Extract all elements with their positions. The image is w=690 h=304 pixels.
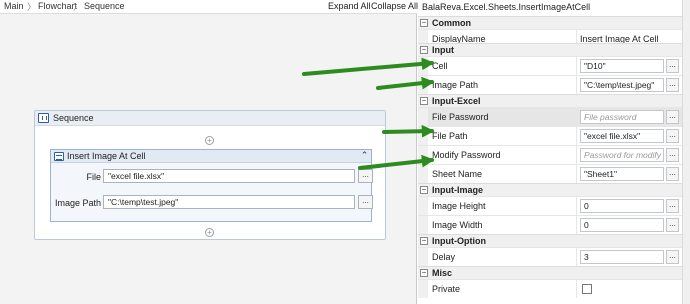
file-path-input[interactable]: "excel file.xlsx" bbox=[580, 129, 664, 143]
category-label: Input-Image bbox=[432, 185, 483, 195]
property-row-file-path[interactable]: File Path "excel file.xlsx" ... bbox=[418, 126, 682, 145]
sequence-icon bbox=[38, 113, 49, 123]
excel-activity-icon bbox=[54, 152, 64, 161]
delay-input[interactable]: 3 bbox=[580, 250, 664, 264]
category-label: Input bbox=[432, 45, 454, 55]
category-input-excel[interactable]: − Input-Excel bbox=[418, 94, 682, 107]
property-row-sheet-name[interactable]: Sheet Name "Sheet1" ... bbox=[418, 164, 682, 183]
breadcrumb-separator-icon: 〉 bbox=[27, 2, 37, 12]
collapse-toggle-icon[interactable]: − bbox=[420, 237, 428, 245]
collapse-toggle-icon[interactable]: − bbox=[420, 186, 428, 194]
properties-panel: BalaReva.Excel.Sheets.InsertImageAtCell … bbox=[418, 0, 690, 304]
property-row-image-width[interactable]: Image Width 0 ... bbox=[418, 215, 682, 234]
property-name: File Password bbox=[432, 112, 489, 122]
sheet-name-input[interactable]: "Sheet1" bbox=[580, 167, 664, 181]
insert-image-activity[interactable]: Insert Image At Cell ⌃ File "excel file.… bbox=[50, 149, 373, 222]
image-path-label: Image Path bbox=[54, 198, 101, 208]
collapse-toggle-icon[interactable]: − bbox=[420, 269, 428, 277]
category-common[interactable]: − Common bbox=[418, 16, 682, 29]
breadcrumb-item-sequence[interactable]: Sequence bbox=[84, 1, 125, 11]
add-activity-icon[interactable]: + bbox=[205, 228, 214, 237]
property-name: Image Path bbox=[432, 80, 479, 90]
file-path-browse-button[interactable]: ... bbox=[666, 129, 679, 143]
category-label: Common bbox=[432, 18, 471, 28]
property-name: Image Height bbox=[432, 201, 486, 211]
property-name: Modify Password bbox=[432, 150, 501, 160]
workflow-designer: Main 〉 Flowchart 〉 Sequence Expand All C… bbox=[0, 0, 418, 304]
properties-scrollbar[interactable] bbox=[682, 0, 690, 304]
modify-password-input[interactable]: Password for modify bbox=[580, 148, 664, 162]
property-row-modify-password[interactable]: Modify Password Password for modify ... bbox=[418, 145, 682, 164]
property-name: Private bbox=[432, 284, 461, 294]
collapse-toggle-icon[interactable]: − bbox=[420, 97, 428, 105]
properties-title: BalaReva.Excel.Sheets.InsertImageAtCell bbox=[422, 2, 591, 12]
image-width-input[interactable]: 0 bbox=[580, 218, 664, 232]
activity-title: Insert Image At Cell bbox=[67, 151, 146, 161]
breadcrumb-separator-icon: 〉 bbox=[73, 2, 83, 12]
file-browse-button[interactable]: ... bbox=[358, 169, 373, 183]
image-path-property-input[interactable]: "C:\temp\test.jpeg" bbox=[580, 78, 664, 92]
property-row-image-path[interactable]: Image Path "C:\temp\test.jpeg" ... bbox=[418, 75, 682, 94]
sequence-container[interactable]: Sequence + Insert Image At Cell ⌃ File "… bbox=[34, 110, 386, 240]
property-name: File Path bbox=[432, 131, 468, 141]
category-input[interactable]: − Input bbox=[418, 43, 682, 56]
add-activity-icon[interactable]: + bbox=[205, 136, 214, 145]
category-label: Input-Option bbox=[432, 236, 486, 246]
property-name: Cell bbox=[432, 61, 448, 71]
category-input-option[interactable]: − Input-Option bbox=[418, 234, 682, 247]
property-row-cell[interactable]: Cell "D10" ... bbox=[418, 56, 682, 75]
cell-input[interactable]: "D10" bbox=[580, 59, 664, 73]
breadcrumb-item-main[interactable]: Main bbox=[4, 1, 24, 11]
expand-all-button[interactable]: Expand All bbox=[328, 1, 371, 11]
property-row-delay[interactable]: Delay 3 ... bbox=[418, 247, 682, 266]
delay-browse-button[interactable]: ... bbox=[666, 250, 679, 264]
collapse-all-button[interactable]: Collapse All bbox=[371, 1, 418, 11]
property-name: Image Width bbox=[432, 220, 483, 230]
private-checkbox[interactable] bbox=[582, 284, 592, 294]
cell-browse-button[interactable]: ... bbox=[666, 59, 679, 73]
category-misc[interactable]: − Misc bbox=[418, 266, 682, 279]
modify-password-browse-button[interactable]: ... bbox=[666, 148, 679, 162]
image-width-browse-button[interactable]: ... bbox=[666, 218, 679, 232]
category-input-image[interactable]: − Input-Image bbox=[418, 183, 682, 196]
breadcrumb-item-flowchart[interactable]: Flowchart bbox=[38, 1, 77, 11]
sequence-title: Sequence bbox=[53, 113, 94, 123]
category-label: Input-Excel bbox=[432, 96, 481, 106]
sheet-name-browse-button[interactable]: ... bbox=[666, 167, 679, 181]
image-path-input[interactable]: "C:\temp\test.jpeg" bbox=[103, 195, 355, 209]
image-height-browse-button[interactable]: ... bbox=[666, 199, 679, 213]
sequence-header: Sequence bbox=[35, 111, 385, 126]
collapse-toggle-icon[interactable]: − bbox=[420, 46, 428, 54]
file-password-browse-button[interactable]: ... bbox=[666, 110, 679, 124]
property-name: Sheet Name bbox=[432, 169, 483, 179]
image-path-browse-button[interactable]: ... bbox=[358, 195, 373, 209]
property-name: Delay bbox=[432, 252, 456, 262]
file-password-input[interactable]: File password bbox=[580, 110, 664, 124]
activity-header: Insert Image At Cell ⌃ bbox=[51, 150, 371, 163]
image-path-property-browse-button[interactable]: ... bbox=[666, 78, 679, 92]
file-label: File bbox=[86, 172, 101, 182]
property-row-file-password[interactable]: File Password File password ... bbox=[418, 107, 682, 126]
breadcrumb: Main 〉 Flowchart 〉 Sequence Expand All C… bbox=[0, 0, 418, 14]
category-label: Misc bbox=[432, 268, 453, 278]
image-height-input[interactable]: 0 bbox=[580, 199, 664, 213]
property-row-private[interactable]: Private bbox=[418, 279, 682, 298]
collapse-chevron-icon[interactable]: ⌃ bbox=[359, 151, 370, 162]
collapse-toggle-icon[interactable]: − bbox=[420, 19, 428, 27]
property-row-image-height[interactable]: Image Height 0 ... bbox=[418, 196, 682, 215]
file-input[interactable]: "excel file.xlsx" bbox=[103, 169, 355, 183]
